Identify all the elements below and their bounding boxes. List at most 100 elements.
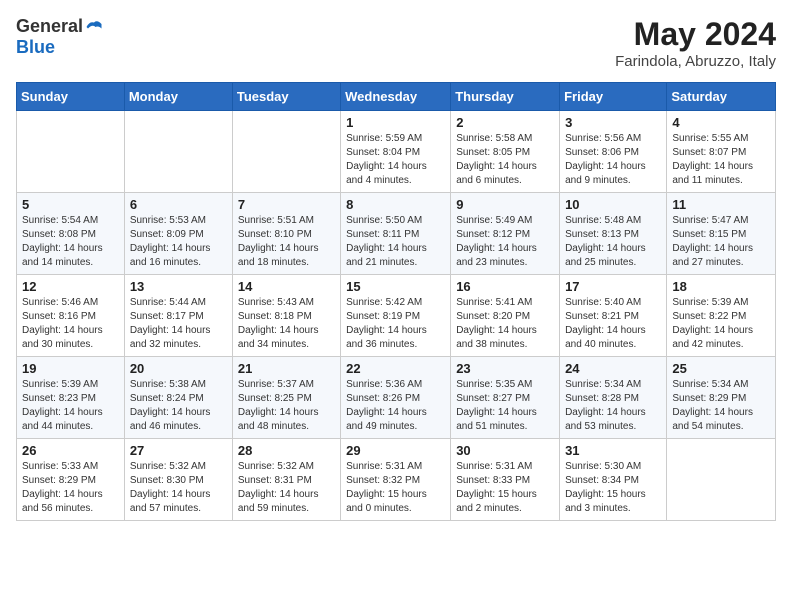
day-number: 12 — [22, 279, 119, 294]
calendar-day-cell: 23 Sunrise: 5:35 AMSunset: 8:27 PMDayligh… — [451, 357, 560, 439]
day-detail: Sunrise: 5:35 AMSunset: 8:27 PMDaylight:… — [456, 378, 554, 434]
calendar-day-cell: 22Sunrise: 5:36 AMSunset: 8:26 PMDayligh… — [341, 357, 451, 439]
day-detail: Sunrise: 5:53 AMSunset: 8:09 PMDaylight:… — [130, 214, 227, 270]
calendar-day-cell: 5 Sunrise: 5:54 AMSunset: 8:08 PMDaylight… — [17, 193, 125, 275]
calendar-week-row: 5 Sunrise: 5:54 AMSunset: 8:08 PMDaylight… — [17, 193, 776, 275]
day-number: 6 — [130, 197, 227, 212]
calendar-day-cell: 17Sunrise: 5:40 AMSunset: 8:21 PMDayligh… — [560, 275, 667, 357]
day-number: 8 — [346, 197, 445, 212]
day-number: 19 — [22, 361, 119, 376]
logo-icon — [85, 18, 103, 36]
day-detail: Sunrise: 5:46 AMSunset: 8:16 PMDaylight:… — [22, 296, 119, 352]
calendar-day-cell: 30 Sunrise: 5:31 AMSunset: 8:33 PMDayligh… — [451, 439, 560, 521]
calendar-week-row: 1 Sunrise: 5:59 AMSunset: 8:04 PMDaylight… — [17, 111, 776, 193]
day-detail: Sunrise: 5:56 AMSunset: 8:06 PMDaylight:… — [565, 132, 661, 188]
calendar-day-cell: 27 Sunrise: 5:32 AMSunset: 8:30 PMDayligh… — [124, 439, 232, 521]
day-detail: Sunrise: 5:41 AMSunset: 8:20 PMDaylight:… — [456, 296, 554, 352]
day-number: 30 — [456, 443, 554, 458]
calendar-week-row: 26 Sunrise: 5:33 AMSunset: 8:29 PMDayligh… — [17, 439, 776, 521]
day-of-week-header: Saturday — [667, 83, 776, 111]
day-number: 3 — [565, 115, 661, 130]
calendar-week-row: 19 Sunrise: 5:39 AMSunset: 8:23 PMDayligh… — [17, 357, 776, 439]
calendar-day-cell: 1 Sunrise: 5:59 AMSunset: 8:04 PMDaylight… — [341, 111, 451, 193]
day-detail: Sunrise: 5:44 AMSunset: 8:17 PMDaylight:… — [130, 296, 227, 352]
day-detail: Sunrise: 5:32 AMSunset: 8:30 PMDaylight:… — [130, 460, 227, 516]
day-of-week-header: Tuesday — [232, 83, 340, 111]
calendar-day-cell: 21Sunrise: 5:37 AMSunset: 8:25 PMDayligh… — [232, 357, 340, 439]
day-detail: Sunrise: 5:39 AMSunset: 8:22 PMDaylight:… — [672, 296, 770, 352]
calendar-day-cell: 25 Sunrise: 5:34 AMSunset: 8:29 PMDayligh… — [667, 357, 776, 439]
day-of-week-header: Sunday — [17, 83, 125, 111]
calendar-day-cell: 16 Sunrise: 5:41 AMSunset: 8:20 PMDayligh… — [451, 275, 560, 357]
calendar-day-cell: 28 Sunrise: 5:32 AMSunset: 8:31 PMDayligh… — [232, 439, 340, 521]
day-number: 22 — [346, 361, 445, 376]
calendar-day-cell: 26 Sunrise: 5:33 AMSunset: 8:29 PMDayligh… — [17, 439, 125, 521]
day-detail: Sunrise: 5:32 AMSunset: 8:31 PMDaylight:… — [238, 460, 335, 516]
day-detail: Sunrise: 5:40 AMSunset: 8:21 PMDaylight:… — [565, 296, 661, 352]
day-detail: Sunrise: 5:34 AMSunset: 8:29 PMDaylight:… — [672, 378, 770, 434]
calendar-day-cell: 29 Sunrise: 5:31 AMSunset: 8:32 PMDayligh… — [341, 439, 451, 521]
logo-general-text: General — [16, 16, 83, 37]
location: Farindola, Abruzzo, Italy — [615, 53, 776, 70]
day-detail: Sunrise: 5:59 AMSunset: 8:04 PMDaylight:… — [346, 132, 445, 188]
calendar-table: SundayMondayTuesdayWednesdayThursdayFrid… — [16, 82, 776, 521]
day-detail: Sunrise: 5:30 AMSunset: 8:34 PMDaylight:… — [565, 460, 661, 516]
calendar-day-cell: 8 Sunrise: 5:50 AMSunset: 8:11 PMDaylight… — [341, 193, 451, 275]
calendar-day-cell — [232, 111, 340, 193]
calendar-header-row: SundayMondayTuesdayWednesdayThursdayFrid… — [17, 83, 776, 111]
day-number: 16 — [456, 279, 554, 294]
title-section: May 2024 Farindola, Abruzzo, Italy — [615, 16, 776, 70]
calendar-day-cell: 4 Sunrise: 5:55 AMSunset: 8:07 PMDaylight… — [667, 111, 776, 193]
day-number: 1 — [346, 115, 445, 130]
day-number: 10 — [565, 197, 661, 212]
day-detail: Sunrise: 5:34 AMSunset: 8:28 PMDaylight:… — [565, 378, 661, 434]
day-number: 29 — [346, 443, 445, 458]
calendar-day-cell: 20 Sunrise: 5:38 AMSunset: 8:24 PMDayligh… — [124, 357, 232, 439]
day-of-week-header: Monday — [124, 83, 232, 111]
calendar-day-cell: 11Sunrise: 5:47 AMSunset: 8:15 PMDayligh… — [667, 193, 776, 275]
day-number: 15 — [346, 279, 445, 294]
day-of-week-header: Wednesday — [341, 83, 451, 111]
month-title: May 2024 — [615, 16, 776, 53]
day-detail: Sunrise: 5:55 AMSunset: 8:07 PMDaylight:… — [672, 132, 770, 188]
page-header: General Blue May 2024 Farindola, Abruzzo… — [16, 16, 776, 70]
calendar-day-cell: 3 Sunrise: 5:56 AMSunset: 8:06 PMDaylight… — [560, 111, 667, 193]
calendar-day-cell: 10 Sunrise: 5:48 AMSunset: 8:13 PMDayligh… — [560, 193, 667, 275]
day-number: 5 — [22, 197, 119, 212]
day-number: 20 — [130, 361, 227, 376]
day-detail: Sunrise: 5:58 AMSunset: 8:05 PMDaylight:… — [456, 132, 554, 188]
calendar-day-cell: 15Sunrise: 5:42 AMSunset: 8:19 PMDayligh… — [341, 275, 451, 357]
day-number: 26 — [22, 443, 119, 458]
calendar-day-cell: 12 Sunrise: 5:46 AMSunset: 8:16 PMDayligh… — [17, 275, 125, 357]
day-number: 18 — [672, 279, 770, 294]
calendar-day-cell: 14Sunrise: 5:43 AMSunset: 8:18 PMDayligh… — [232, 275, 340, 357]
calendar-day-cell: 2 Sunrise: 5:58 AMSunset: 8:05 PMDaylight… — [451, 111, 560, 193]
day-detail: Sunrise: 5:50 AMSunset: 8:11 PMDaylight:… — [346, 214, 445, 270]
calendar-day-cell — [124, 111, 232, 193]
day-detail: Sunrise: 5:54 AMSunset: 8:08 PMDaylight:… — [22, 214, 119, 270]
day-number: 28 — [238, 443, 335, 458]
day-detail: Sunrise: 5:39 AMSunset: 8:23 PMDaylight:… — [22, 378, 119, 434]
day-number: 4 — [672, 115, 770, 130]
calendar-day-cell — [17, 111, 125, 193]
calendar-day-cell: 7Sunrise: 5:51 AMSunset: 8:10 PMDaylight… — [232, 193, 340, 275]
calendar-day-cell: 9Sunrise: 5:49 AMSunset: 8:12 PMDaylight… — [451, 193, 560, 275]
day-detail: Sunrise: 5:31 AMSunset: 8:33 PMDaylight:… — [456, 460, 554, 516]
day-number: 7 — [238, 197, 335, 212]
day-detail: Sunrise: 5:43 AMSunset: 8:18 PMDaylight:… — [238, 296, 335, 352]
day-number: 25 — [672, 361, 770, 376]
day-number: 23 — [456, 361, 554, 376]
logo: General Blue — [16, 16, 103, 58]
day-number: 21 — [238, 361, 335, 376]
calendar-day-cell: 31Sunrise: 5:30 AMSunset: 8:34 PMDayligh… — [560, 439, 667, 521]
day-detail: Sunrise: 5:38 AMSunset: 8:24 PMDaylight:… — [130, 378, 227, 434]
day-number: 27 — [130, 443, 227, 458]
calendar-week-row: 12 Sunrise: 5:46 AMSunset: 8:16 PMDayligh… — [17, 275, 776, 357]
day-detail: Sunrise: 5:47 AMSunset: 8:15 PMDaylight:… — [672, 214, 770, 270]
day-detail: Sunrise: 5:31 AMSunset: 8:32 PMDaylight:… — [346, 460, 445, 516]
day-number: 2 — [456, 115, 554, 130]
calendar-day-cell: 6 Sunrise: 5:53 AMSunset: 8:09 PMDaylight… — [124, 193, 232, 275]
logo-blue-text: Blue — [16, 37, 55, 58]
day-detail: Sunrise: 5:33 AMSunset: 8:29 PMDaylight:… — [22, 460, 119, 516]
day-detail: Sunrise: 5:48 AMSunset: 8:13 PMDaylight:… — [565, 214, 661, 270]
